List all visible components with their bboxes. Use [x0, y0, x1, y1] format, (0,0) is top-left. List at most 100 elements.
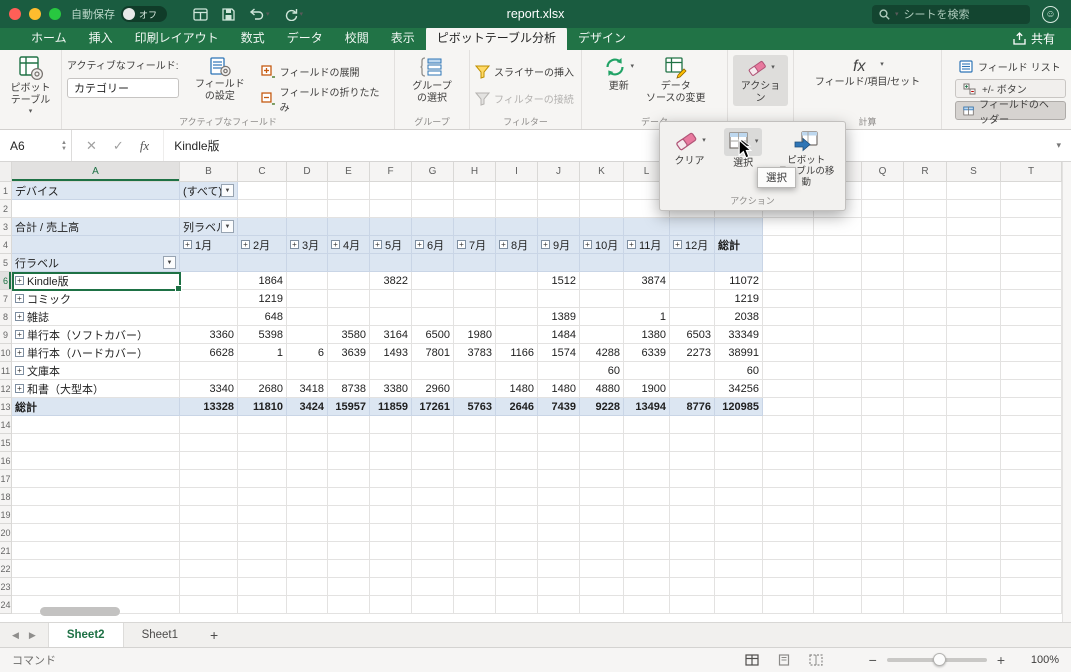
- cell-M8[interactable]: [670, 308, 715, 326]
- cell-D3[interactable]: [287, 218, 328, 236]
- cell-L14[interactable]: [624, 416, 670, 434]
- cell-R10[interactable]: [904, 344, 947, 362]
- cell-N11[interactable]: 60: [715, 362, 763, 380]
- cell-D16[interactable]: [287, 452, 328, 470]
- cell-S21[interactable]: [947, 542, 1001, 560]
- cell-R8[interactable]: [904, 308, 947, 326]
- cell-S9[interactable]: [947, 326, 1001, 344]
- cell-N18[interactable]: [715, 488, 763, 506]
- cell-G21[interactable]: [412, 542, 454, 560]
- cell-D14[interactable]: [287, 416, 328, 434]
- tab-design[interactable]: デザイン: [567, 26, 637, 50]
- cell-F7[interactable]: [370, 290, 412, 308]
- feedback-smiley-icon[interactable]: ☺: [1042, 5, 1059, 23]
- cell-Q10[interactable]: [862, 344, 904, 362]
- cell-N4[interactable]: 総計: [715, 236, 763, 254]
- cell-G23[interactable]: [412, 578, 454, 596]
- cell-I20[interactable]: [496, 524, 538, 542]
- tab-home[interactable]: ホーム: [20, 26, 78, 50]
- cell-I18[interactable]: [496, 488, 538, 506]
- page-layout-view-icon[interactable]: [777, 654, 791, 666]
- cell-I13[interactable]: 2646: [496, 398, 538, 416]
- cell-D8[interactable]: [287, 308, 328, 326]
- cell-F16[interactable]: [370, 452, 412, 470]
- row-header-21[interactable]: 21: [0, 542, 12, 560]
- column-header-A[interactable]: A: [12, 162, 180, 182]
- cell-N12[interactable]: 34256: [715, 380, 763, 398]
- cell-A12[interactable]: + 和書（大型本）: [12, 380, 180, 398]
- cell-D17[interactable]: [287, 470, 328, 488]
- tab-review[interactable]: 校閲: [334, 26, 380, 50]
- cell-J15[interactable]: [538, 434, 580, 452]
- cell-H9[interactable]: 1980: [454, 326, 496, 344]
- group-selection-button[interactable]: グループ の選択: [412, 55, 452, 104]
- cell-J5[interactable]: [538, 254, 580, 272]
- cell-J13[interactable]: 7439: [538, 398, 580, 416]
- cell-H17[interactable]: [454, 470, 496, 488]
- filter-connections-button[interactable]: フィルターの接続: [475, 88, 574, 109]
- expand-button[interactable]: +: [583, 240, 592, 249]
- cell-E1[interactable]: [328, 182, 370, 200]
- cell-M7[interactable]: [670, 290, 715, 308]
- cell-H6[interactable]: [454, 272, 496, 290]
- cell-K19[interactable]: [580, 506, 624, 524]
- row-header-12[interactable]: 12: [0, 380, 12, 398]
- cell-P24[interactable]: [814, 596, 862, 614]
- column-header-B[interactable]: B: [180, 162, 238, 182]
- cell-J3[interactable]: [538, 218, 580, 236]
- cell-C7[interactable]: 1219: [238, 290, 287, 308]
- cell-M5[interactable]: [670, 254, 715, 272]
- cell-H3[interactable]: [454, 218, 496, 236]
- cell-H12[interactable]: [454, 380, 496, 398]
- cell-K20[interactable]: [580, 524, 624, 542]
- column-header-R[interactable]: R: [904, 162, 947, 182]
- cell-A20[interactable]: [12, 524, 180, 542]
- cell-M23[interactable]: [670, 578, 715, 596]
- cell-O16[interactable]: [763, 452, 814, 470]
- cell-R2[interactable]: [904, 200, 947, 218]
- row-header-13[interactable]: 13: [0, 398, 12, 416]
- cell-P15[interactable]: [814, 434, 862, 452]
- cell-O21[interactable]: [763, 542, 814, 560]
- cell-K8[interactable]: [580, 308, 624, 326]
- cell-K15[interactable]: [580, 434, 624, 452]
- cell-L20[interactable]: [624, 524, 670, 542]
- cell-B3[interactable]: 列ラベル▼: [180, 218, 238, 236]
- search-scope-dropdown-icon[interactable]: ▾: [895, 10, 899, 18]
- cell-D1[interactable]: [287, 182, 328, 200]
- cell-N5[interactable]: [715, 254, 763, 272]
- cell-Q20[interactable]: [862, 524, 904, 542]
- cell-B7[interactable]: [180, 290, 238, 308]
- cell-F24[interactable]: [370, 596, 412, 614]
- cell-S3[interactable]: [947, 218, 1001, 236]
- cell-T24[interactable]: [1001, 596, 1062, 614]
- cell-O19[interactable]: [763, 506, 814, 524]
- cell-F1[interactable]: [370, 182, 412, 200]
- cell-F11[interactable]: [370, 362, 412, 380]
- cell-C3[interactable]: [238, 218, 287, 236]
- expand-button[interactable]: +: [673, 240, 682, 249]
- cell-E8[interactable]: [328, 308, 370, 326]
- expand-button[interactable]: +: [415, 240, 424, 249]
- cell-L7[interactable]: [624, 290, 670, 308]
- cell-M24[interactable]: [670, 596, 715, 614]
- cell-E5[interactable]: [328, 254, 370, 272]
- cell-I4[interactable]: +8月: [496, 236, 538, 254]
- cell-N17[interactable]: [715, 470, 763, 488]
- cell-E7[interactable]: [328, 290, 370, 308]
- cell-B21[interactable]: [180, 542, 238, 560]
- cell-F21[interactable]: [370, 542, 412, 560]
- cell-H18[interactable]: [454, 488, 496, 506]
- cell-G9[interactable]: 6500: [412, 326, 454, 344]
- cell-T11[interactable]: [1001, 362, 1062, 380]
- cell-Q22[interactable]: [862, 560, 904, 578]
- row-header-16[interactable]: 16: [0, 452, 12, 470]
- cell-I1[interactable]: [496, 182, 538, 200]
- cell-C16[interactable]: [238, 452, 287, 470]
- cell-I22[interactable]: [496, 560, 538, 578]
- next-sheet-icon[interactable]: ▶: [29, 630, 36, 641]
- cell-Q19[interactable]: [862, 506, 904, 524]
- cell-D21[interactable]: [287, 542, 328, 560]
- column-header-J[interactable]: J: [538, 162, 580, 182]
- cell-N9[interactable]: 33349: [715, 326, 763, 344]
